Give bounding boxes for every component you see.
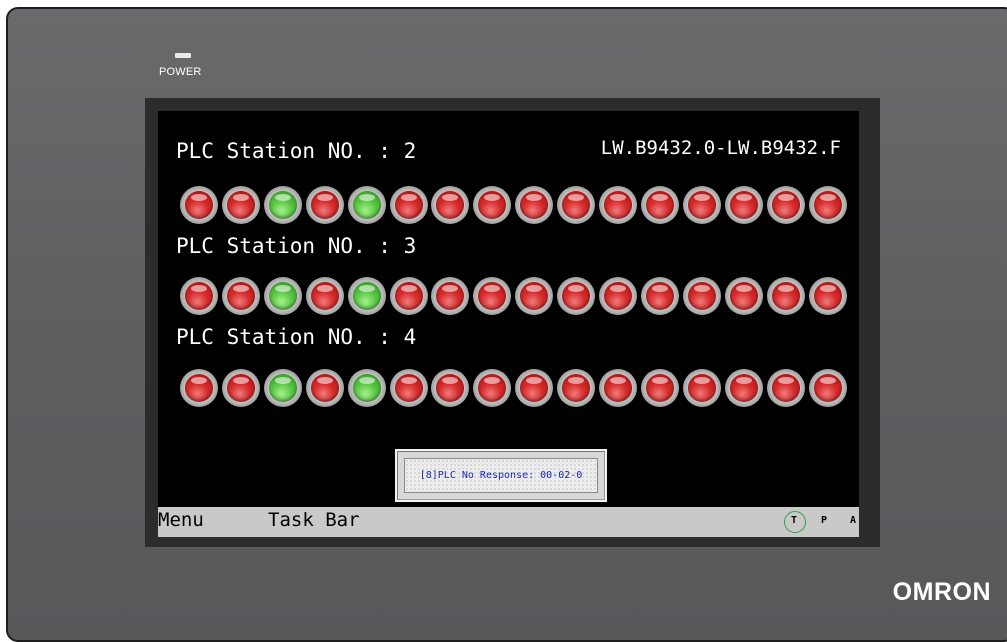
led-row-station-4: [180, 369, 850, 409]
led-indicator: [222, 186, 260, 224]
taskbar: Menu Task Bar T P A: [158, 507, 859, 537]
station-title-4: PLC Station NO. : 4: [176, 325, 417, 349]
indicator-t[interactable]: T: [791, 515, 797, 526]
led-indicator: [348, 277, 386, 315]
indicator-a[interactable]: A: [850, 515, 856, 526]
led-indicator: [683, 369, 721, 407]
led-indicator: [641, 369, 679, 407]
led-indicator: [180, 277, 218, 315]
led-indicator: [473, 277, 511, 315]
led-indicator: [641, 186, 679, 224]
led-indicator: [390, 277, 428, 315]
station-title-3: PLC Station NO. : 3: [176, 234, 417, 258]
led-indicator: [641, 277, 679, 315]
alarm-popup[interactable]: [8]PLC No Response: 00-02-0: [395, 449, 607, 502]
alarm-message: [8]PLC No Response: 00-02-0: [419, 470, 583, 481]
indicator-p[interactable]: P: [821, 515, 827, 526]
led-indicator: [515, 369, 553, 407]
led-indicator: [683, 277, 721, 315]
led-indicator: [390, 186, 428, 224]
power-label: POWER: [159, 66, 202, 78]
task-bar-button[interactable]: Task Bar: [268, 509, 360, 531]
menu-button[interactable]: Menu: [158, 509, 204, 531]
led-indicator: [306, 277, 344, 315]
led-indicator: [725, 277, 763, 315]
led-row-station-3: [180, 277, 850, 317]
led-indicator: [515, 186, 553, 224]
address-range-label: LW.B9432.0-LW.B9432.F: [600, 137, 841, 159]
led-indicator: [767, 186, 805, 224]
led-indicator: [809, 277, 847, 315]
hmi-screen: PLC Station NO. : 2 LW.B9432.0-LW.B9432.…: [158, 111, 859, 537]
led-indicator: [767, 277, 805, 315]
led-indicator: [599, 186, 637, 224]
station-title-2: PLC Station NO. : 2: [176, 139, 417, 163]
led-indicator: [180, 369, 218, 407]
led-indicator: [222, 277, 260, 315]
led-indicator: [180, 186, 218, 224]
led-indicator: [306, 369, 344, 407]
led-indicator: [348, 369, 386, 407]
brand-logo: OMRON: [892, 578, 991, 606]
led-indicator: [599, 277, 637, 315]
led-indicator: [222, 369, 260, 407]
power-indicator: [175, 53, 191, 58]
led-indicator: [515, 277, 553, 315]
led-indicator: [557, 186, 595, 224]
led-indicator: [683, 186, 721, 224]
led-indicator: [431, 369, 469, 407]
led-indicator: [473, 186, 511, 224]
led-indicator: [390, 369, 428, 407]
led-indicator: [431, 186, 469, 224]
led-indicator: [557, 369, 595, 407]
led-indicator: [473, 369, 511, 407]
led-row-station-2: [180, 186, 850, 226]
led-indicator: [264, 369, 302, 407]
led-indicator: [557, 277, 595, 315]
led-indicator: [725, 186, 763, 224]
led-indicator: [348, 186, 386, 224]
led-indicator: [809, 186, 847, 224]
led-indicator: [809, 369, 847, 407]
led-indicator: [767, 369, 805, 407]
led-indicator: [264, 277, 302, 315]
alarm-message-box: [8]PLC No Response: 00-02-0: [404, 458, 598, 493]
led-indicator: [599, 369, 637, 407]
led-indicator: [725, 369, 763, 407]
led-indicator: [264, 186, 302, 224]
led-indicator: [306, 186, 344, 224]
led-indicator: [431, 277, 469, 315]
